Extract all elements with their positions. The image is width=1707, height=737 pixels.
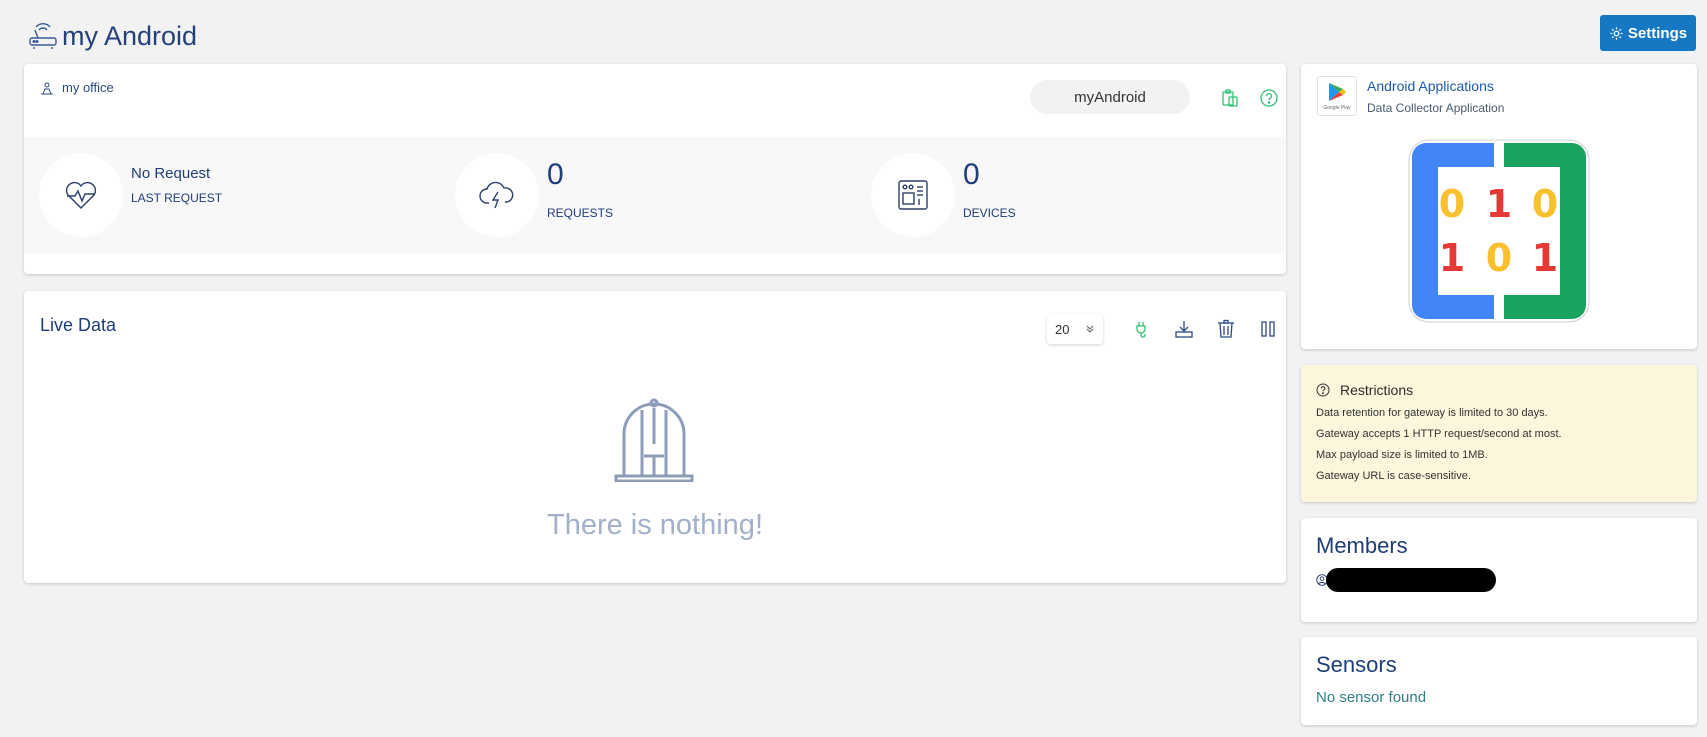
app-logo: 0 1 0 1 0 1 — [1408, 139, 1590, 323]
chip-icon — [898, 180, 928, 210]
live-data-title: Live Data — [40, 315, 117, 335]
location[interactable]: my office — [40, 80, 114, 95]
member-item[interactable] — [1316, 568, 1496, 592]
sensors-card: Sensors No sensor found — [1301, 637, 1697, 725]
location-label: my office — [62, 80, 114, 95]
page-title-text: my Android — [62, 20, 198, 51]
header: my Android Settings — [0, 0, 1707, 60]
logo-digit-3: 0 — [1532, 182, 1558, 226]
member-name-redacted — [1326, 568, 1496, 592]
last-request-value: No Request — [131, 165, 211, 182]
page-size-select[interactable]: 20 — [1047, 314, 1103, 344]
sensors-title: Sensors — [1316, 652, 1397, 677]
logo-digit-1: 0 — [1439, 182, 1465, 226]
google-play-icon — [1329, 83, 1346, 101]
requests-label: REQUESTS — [547, 206, 614, 220]
empty-message: There is nothing! — [546, 509, 763, 541]
restriction-item: Max payload size is limited to 1MB. — [1316, 449, 1488, 461]
live-data-card: Live Data 20 There is nothing! — [24, 291, 1286, 583]
logo-digit-4: 1 — [1439, 236, 1465, 280]
devices-value: 0 — [963, 158, 980, 191]
requests-circle — [455, 153, 539, 237]
last-request-circle — [39, 153, 123, 237]
download-icon — [1175, 321, 1193, 338]
page-size-value: 20 — [1055, 321, 1070, 337]
clipboard-icon — [1222, 89, 1238, 107]
last-request-label: LAST REQUEST — [131, 191, 223, 205]
google-play-caption: Google Play — [1323, 105, 1351, 111]
help-icon — [1260, 89, 1278, 107]
members-title: Members — [1316, 533, 1408, 558]
copy-button[interactable] — [1218, 86, 1242, 110]
settings-button[interactable]: Settings — [1600, 15, 1696, 51]
help-icon — [1316, 383, 1330, 397]
devices-circle — [871, 153, 955, 237]
devices-label: DEVICES — [963, 206, 1016, 220]
office-icon — [41, 82, 53, 94]
restrictions-title: Restrictions — [1316, 382, 1413, 398]
logo-digit-6: 1 — [1532, 236, 1558, 280]
page: my Android Settings my office myAndroid — [0, 0, 1707, 737]
no-sensor-message: No sensor found — [1316, 689, 1427, 706]
download-button[interactable] — [1172, 317, 1196, 341]
router-icon — [29, 23, 57, 49]
delete-button[interactable] — [1214, 317, 1238, 341]
cloud-bolt-icon — [479, 181, 514, 209]
application-card: Google Play Android Applications Data Co… — [1301, 64, 1697, 349]
trash-icon — [1218, 319, 1234, 338]
stats-panel: No Request LAST REQUEST 0 REQUESTS 0 DEV… — [24, 137, 1286, 253]
gateway-name[interactable]: myAndroid — [1030, 80, 1190, 114]
requests-value: 0 — [547, 158, 564, 191]
restrictions-card: Restrictions Data retention for gateway … — [1301, 365, 1697, 502]
restriction-item: Data retention for gateway is limited to… — [1316, 407, 1548, 419]
plug-button[interactable] — [1129, 317, 1153, 341]
logo-digit-2: 1 — [1486, 182, 1512, 226]
restrictions-title-text: Restrictions — [1340, 382, 1414, 398]
heartbeat-icon — [65, 181, 97, 209]
gear-icon — [1610, 26, 1623, 40]
google-play-logo: Google Play — [1317, 76, 1357, 116]
pause-icon — [1261, 321, 1275, 337]
plug-icon — [1136, 322, 1146, 338]
app-description: Data Collector Application — [1367, 101, 1505, 115]
members-card: Members — [1301, 518, 1697, 622]
chevron-down-icon — [1086, 325, 1094, 333]
pause-button[interactable] — [1256, 317, 1280, 341]
settings-label: Settings — [1627, 24, 1688, 42]
birdcage-icon — [614, 398, 694, 482]
gateway-card: my office myAndroid No Request LAST REQU… — [24, 64, 1286, 274]
page-title: my Android — [28, 18, 197, 54]
restriction-item: Gateway accepts 1 HTTP request/second at… — [1316, 428, 1562, 440]
restriction-item: Gateway URL is case-sensitive. — [1316, 470, 1471, 482]
help-button[interactable] — [1257, 86, 1281, 110]
logo-digit-5: 0 — [1486, 236, 1512, 280]
app-name[interactable]: Android Applications — [1367, 78, 1494, 94]
